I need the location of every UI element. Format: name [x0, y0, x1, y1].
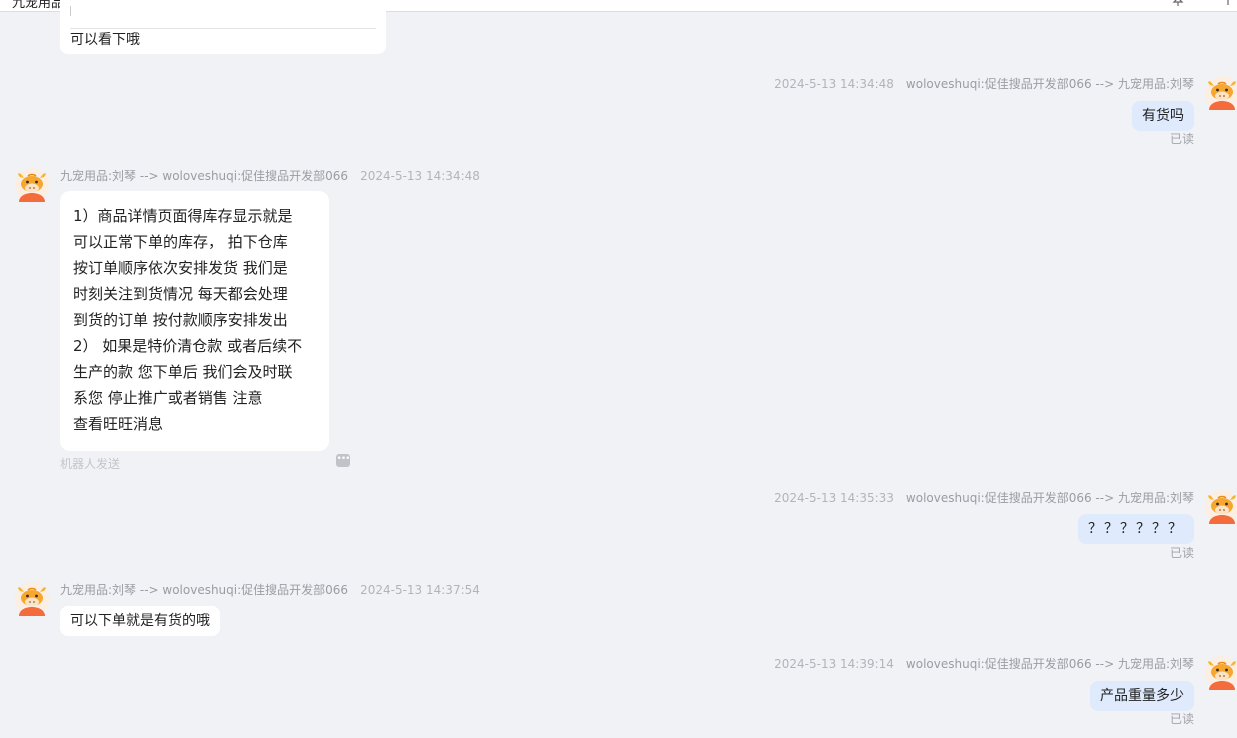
incoming-message-bubble[interactable]: 可以下单就是有货的哦 [60, 606, 220, 636]
message-line: 系您 停止推广或者销售 注意 [73, 389, 263, 407]
cow-avatar-icon[interactable] [15, 168, 49, 202]
message-line: 2） 如果是特价清仓款 或者后续不 [73, 337, 303, 355]
quote-bar [70, 6, 71, 16]
message-time: 2024-5-13 14:35:33 [774, 491, 894, 505]
outgoing-message-bubble[interactable]: ？？？？？？ [1078, 514, 1194, 544]
message-time: 2024-5-13 14:37:54 [360, 583, 480, 597]
read-status: 已读 [1169, 546, 1194, 560]
outgoing-message-bubble[interactable]: 有货吗 [1132, 101, 1194, 131]
message-text[interactable]: 可以看下哦 [70, 30, 140, 50]
cow-avatar-icon[interactable] [1205, 490, 1237, 524]
message-meta: 2024-5-13 14:39:14 woloveshuqi:促佳搜品开发部066… [774, 655, 1194, 672]
message-time: 2024-5-13 14:34:48 [774, 77, 894, 91]
message-meta: 2024-5-13 14:34:48 woloveshuqi:促佳搜品开发部066… [774, 75, 1194, 92]
read-status: 已读 [1169, 712, 1194, 726]
message-route: woloveshuqi:促佳搜品开发部066 --> 九宠用品:刘琴 [905, 77, 1194, 91]
incoming-message-bubble[interactable]: 1）商品详情页面得库存显示就是 可以正常下单的库存， 拍下仓库 按订单顺序依次安… [60, 191, 329, 451]
menu-icon[interactable] [1223, 0, 1233, 7]
cow-avatar-icon[interactable] [1205, 76, 1237, 110]
message-route: woloveshuqi:促佳搜品开发部066 --> 九宠用品:刘琴 [905, 657, 1194, 671]
robot-sent-label: 机器人发送 [60, 457, 121, 471]
message-line: 查看旺旺消息 [73, 415, 164, 433]
more-dots-icon[interactable]: ••• [336, 454, 350, 467]
message-meta: 2024-5-13 14:35:33 woloveshuqi:促佳搜品开发部066… [774, 489, 1194, 506]
message-time: 2024-5-13 14:39:14 [774, 657, 894, 671]
message-line: 按订单顺序依次安排发货 我们是 [73, 259, 288, 277]
message-meta: 九宠用品:刘琴 --> woloveshuqi:促佳搜品开发部066 2024-5… [60, 167, 480, 184]
message-line: 时刻关注到货情况 每天都会处理 [73, 285, 288, 303]
message-route: 九宠用品:刘琴 --> woloveshuqi:促佳搜品开发部066 [60, 169, 349, 183]
message-time: 2024-5-13 14:34:48 [360, 169, 480, 183]
quoted-message-card: 可以看下哦 [60, 0, 386, 54]
divider [70, 28, 376, 29]
pin-icon[interactable] [1171, 0, 1185, 7]
cow-avatar-icon[interactable] [15, 582, 49, 616]
message-line: 到货的订单 按付款顺序安排发出 [73, 311, 288, 329]
message-line: 1）商品详情页面得库存显示就是 [73, 207, 293, 225]
message-line: 生产的款 您下单后 我们会及时联 [73, 363, 293, 381]
read-status: 已读 [1169, 132, 1194, 146]
outgoing-message-bubble[interactable]: 产品重量多少 [1090, 681, 1194, 711]
message-route: woloveshuqi:促佳搜品开发部066 --> 九宠用品:刘琴 [905, 491, 1194, 505]
message-line: 可以正常下单的库存， 拍下仓库 [73, 233, 288, 251]
cow-avatar-icon[interactable] [1205, 656, 1237, 690]
chat-title: 九宠用品 [12, 0, 65, 11]
message-route: 九宠用品:刘琴 --> woloveshuqi:促佳搜品开发部066 [60, 583, 349, 597]
message-meta: 九宠用品:刘琴 --> woloveshuqi:促佳搜品开发部066 2024-5… [60, 581, 480, 598]
